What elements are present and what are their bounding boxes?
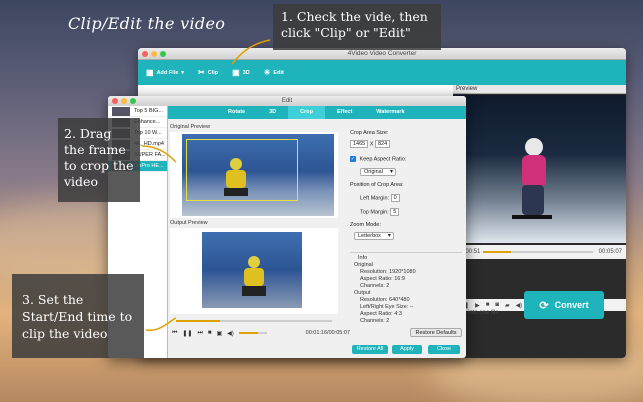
add-file-label: Add File [156, 69, 179, 76]
clip-timeline[interactable] [170, 316, 338, 326]
info-panel: Info Original Resolution: 1920*1080 Aspe… [350, 252, 462, 334]
tab-effect[interactable]: Effect [325, 106, 364, 119]
original-video-frame [182, 134, 334, 216]
zoom-mode-label: Zoom Mode: [350, 222, 381, 228]
keep-aspect-label: Keep Aspect Ratio: [359, 156, 407, 163]
top-margin-label: Top Margin: [360, 209, 389, 216]
original-preview-label: Original Preview [170, 124, 211, 130]
edit-icon: ✳ [263, 68, 271, 77]
convert-icon: ⟳ [539, 299, 549, 312]
edit-player-controls: ⏮ ❚❚ ⏭ ■ ▣ ◀) 00:01:16/00:05:07 [170, 328, 350, 338]
callout-step-2: 2. Drag the frame to crop the video [58, 118, 140, 202]
file-name: Top 5 BIG... [134, 108, 164, 114]
edit-window-title: Edit [281, 98, 293, 104]
tab-crop[interactable]: Crop [288, 106, 325, 119]
crop-height-field[interactable]: 824 [374, 140, 391, 148]
output-preview [170, 228, 338, 314]
main-window-title: 4Video Video Converter [347, 50, 417, 57]
stop-icon[interactable]: ■ [208, 330, 212, 336]
rider-figure [242, 256, 266, 296]
volume-icon[interactable]: ◀) [516, 302, 523, 309]
callout-step-3: 3. Set the Start/End time to clip the vi… [12, 274, 144, 358]
original-preview [170, 132, 338, 218]
zoom-window-button[interactable] [160, 51, 166, 57]
minimize-window-button[interactable] [121, 98, 127, 104]
snapshot-icon[interactable]: ◙ [495, 302, 499, 308]
info-original-aspect: Aspect Ratio: 16:9 [360, 276, 405, 282]
volume-icon[interactable]: ◀) [227, 330, 234, 337]
three-d-icon: ▣ [232, 68, 240, 77]
info-output-resolution: Resolution: 640*480 [360, 297, 410, 303]
previous-icon[interactable]: ⏮ [172, 330, 177, 337]
edit-button[interactable]: ✳ Edit [264, 68, 284, 77]
zoom-mode-select[interactable]: Letterbox [354, 232, 394, 240]
preview-time-row: 00:00:51 00:05:07 [453, 245, 626, 259]
crop-width-field[interactable]: 1465 [350, 140, 369, 148]
tab-rotate[interactable]: Rotate [216, 106, 257, 119]
crop-x-label: X [369, 141, 374, 148]
clip-button[interactable]: ✂ Clip [198, 68, 218, 77]
info-original-resolution: Resolution: 1920*1080 [360, 269, 416, 275]
merge-text: into one file [468, 310, 499, 316]
add-file-icon: ▦ [146, 68, 154, 77]
edit-label: Edit [273, 69, 284, 76]
edit-titlebar: Edit [108, 96, 466, 106]
close-window-button[interactable] [142, 51, 148, 57]
preview-progress-bar[interactable] [483, 251, 593, 253]
apply-button[interactable]: Apply [392, 345, 422, 354]
tab-watermark[interactable]: Watermark [364, 106, 416, 119]
time-display: 00:01:16/00:05:07 [305, 330, 350, 336]
preview-label: Preview [453, 85, 626, 94]
scissors-icon: ✂ [198, 68, 205, 77]
skier-figure [512, 138, 552, 219]
left-margin-field[interactable]: 0 [390, 194, 400, 202]
clip-label: Clip [207, 69, 219, 76]
callout-step-1: 1. Check the vide, then click "Clip" or … [273, 4, 441, 50]
zoom-window-button[interactable] [130, 98, 136, 104]
position-label: Position of Crop Area: [350, 182, 404, 188]
file-thumbnail [112, 107, 130, 116]
main-toolbar: ▦ Add File ▾ ✂ Clip ▣ 3D ✳ Edit [138, 60, 626, 85]
keep-aspect-checkbox[interactable]: ✓ [350, 156, 356, 162]
close-window-button[interactable] [112, 98, 118, 104]
aspect-ratio-select[interactable]: Original [360, 168, 396, 176]
crop-area-label: Crop Area Size: [350, 130, 389, 136]
convert-label: Convert [554, 300, 589, 310]
file-list-item[interactable]: Top 5 BIG... [108, 106, 167, 117]
close-button[interactable]: Close [428, 345, 460, 354]
headline: Clip/Edit the video [68, 14, 226, 33]
tab-3d[interactable]: 3D [257, 106, 288, 119]
info-heading: Info [358, 255, 368, 261]
info-output-aspect: Aspect Ratio: 4:3 [360, 311, 402, 317]
folder-icon[interactable]: ▰ [505, 302, 510, 309]
next-icon[interactable]: ⏭ [197, 330, 202, 337]
add-file-button[interactable]: ▦ Add File ▾ [146, 68, 184, 77]
frame-icon[interactable]: ▣ [217, 330, 223, 337]
rider-figure [224, 158, 248, 196]
pause-icon[interactable]: ❚❚ [182, 330, 192, 337]
minimize-window-button[interactable] [151, 51, 157, 57]
edit-window: Edit Rotate 3D Crop Effect Watermark Top… [108, 96, 466, 358]
three-d-button[interactable]: ▣ 3D [232, 68, 250, 77]
edit-volume-slider[interactable] [238, 332, 267, 334]
left-margin-label: Left Margin: [360, 195, 390, 202]
restore-defaults-button[interactable]: Restore Defaults [410, 328, 462, 337]
info-output-eye-size: Left/Right Eye Size: -- [360, 304, 414, 310]
preview-image [453, 95, 626, 243]
info-original-label: Original [354, 262, 373, 268]
convert-button[interactable]: ⟳ Convert [524, 291, 604, 319]
stop-icon[interactable]: ■ [486, 302, 490, 308]
info-output-label: Output [354, 290, 371, 296]
three-d-label: 3D [242, 69, 250, 76]
top-margin-field[interactable]: 5 [390, 208, 400, 216]
chevron-down-icon[interactable]: ▾ [181, 70, 184, 76]
play-icon[interactable]: ▶ [475, 302, 480, 309]
output-video-frame [202, 232, 302, 308]
info-output-channels: Channels: 2 [360, 318, 390, 324]
info-original-channels: Channels: 2 [360, 283, 390, 289]
preview-time-end: 00:05:07 [598, 249, 622, 255]
restore-all-button[interactable]: Restore All [352, 345, 388, 354]
output-preview-label: Output Preview [170, 220, 208, 226]
